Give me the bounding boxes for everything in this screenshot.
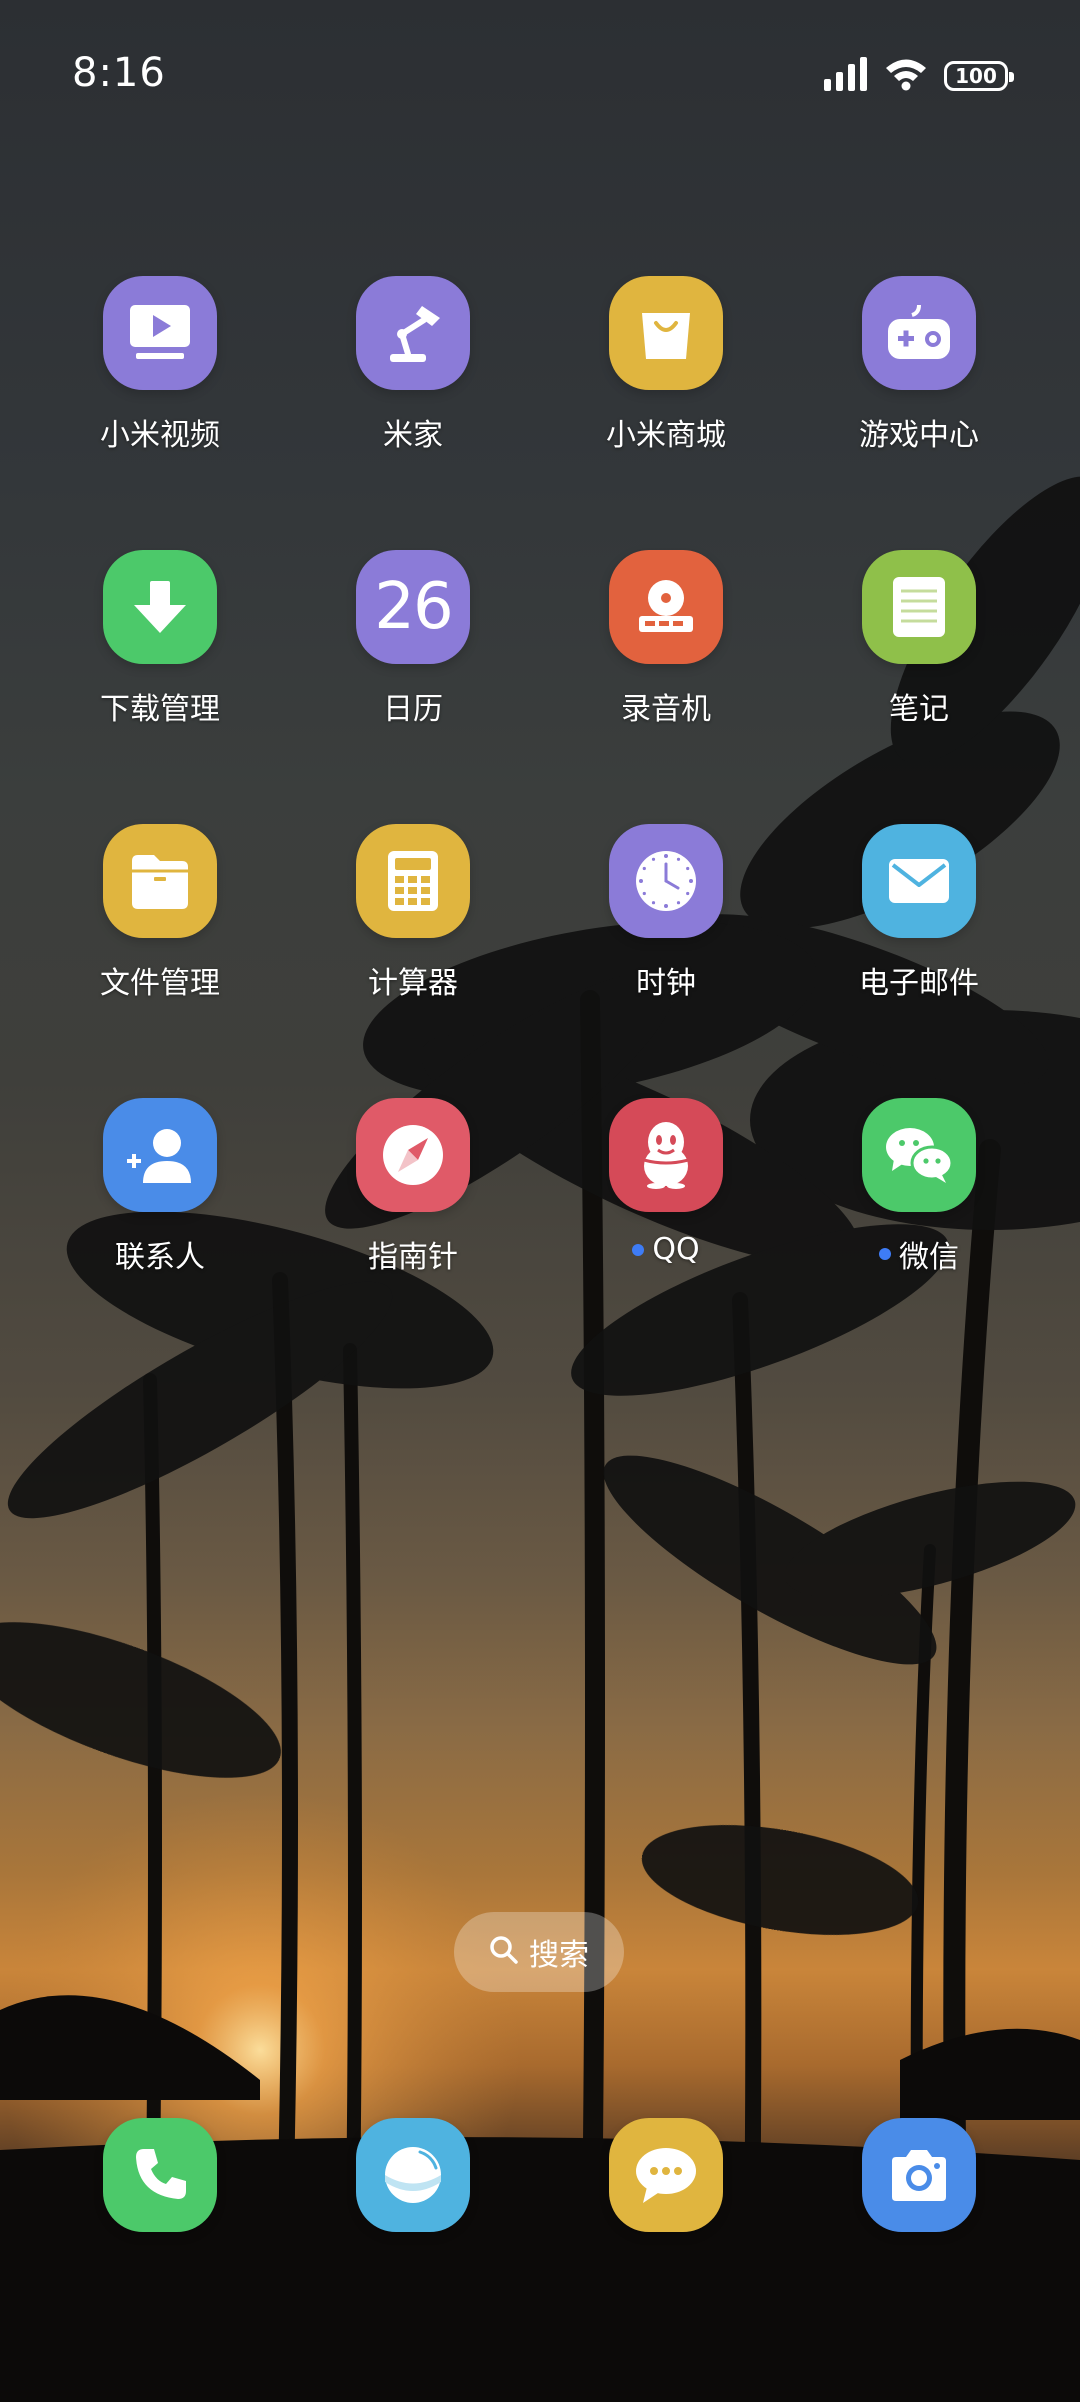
envelope-icon	[862, 824, 976, 938]
gamepad-icon	[862, 276, 976, 390]
app-mi-video[interactable]: 小米视频	[50, 276, 270, 506]
app-label: 电子邮件	[859, 966, 979, 1001]
compass-icon	[356, 1098, 470, 1212]
app-label: 时钟	[636, 966, 696, 1001]
folder-icon	[103, 824, 217, 938]
wifi-icon	[884, 57, 928, 95]
recorder-icon	[609, 550, 723, 664]
calendar-icon: 26	[356, 550, 470, 664]
app-label: 文件管理	[100, 966, 220, 1001]
app-recorder[interactable]: 录音机	[556, 550, 776, 780]
app-game-center[interactable]: 游戏中心	[809, 276, 1029, 506]
app-qq[interactable]: QQ	[556, 1098, 776, 1328]
app-file-manager[interactable]: 文件管理	[50, 824, 270, 1054]
app-wechat[interactable]: 微信	[809, 1098, 1029, 1328]
app-calendar[interactable]: 26 日历	[303, 550, 523, 780]
video-player-icon	[103, 276, 217, 390]
wechat-chat-bubbles-icon	[862, 1098, 976, 1212]
search-button[interactable]: 搜索	[454, 1912, 624, 1992]
app-mijia[interactable]: 米家	[303, 276, 523, 506]
app-download-manager[interactable]: 下载管理	[50, 550, 270, 780]
shopping-bag-icon	[609, 276, 723, 390]
penguin-icon	[609, 1098, 723, 1212]
contact-person-icon	[103, 1098, 217, 1212]
app-calculator[interactable]: 计算器	[303, 824, 523, 1054]
app-clock[interactable]: 时钟	[556, 824, 776, 1054]
calculator-icon	[356, 824, 470, 938]
browser-icon[interactable]	[356, 2118, 470, 2232]
app-label: 游戏中心	[859, 418, 979, 453]
notification-dot	[879, 1248, 891, 1260]
app-label: 小米商城	[606, 418, 726, 453]
app-label: 笔记	[889, 692, 949, 727]
calendar-date: 26	[374, 570, 453, 644]
cellular-signal-icon	[824, 57, 868, 95]
messages-icon[interactable]	[609, 2118, 723, 2232]
app-notes[interactable]: 笔记	[809, 550, 1029, 780]
app-label: 下载管理	[100, 692, 220, 727]
app-compass[interactable]: 指南针	[303, 1098, 523, 1328]
status-time: 8:16	[72, 50, 166, 96]
status-bar: 8:16 100	[0, 0, 1080, 150]
app-label: QQ	[632, 1232, 700, 1267]
battery-level: 100	[955, 64, 997, 88]
app-label: 小米视频	[100, 418, 220, 453]
app-label: 录音机	[621, 692, 711, 727]
status-icons: 100	[824, 56, 1014, 96]
desk-lamp-icon	[356, 276, 470, 390]
download-arrow-icon	[103, 550, 217, 664]
search-icon	[489, 1935, 519, 1969]
app-contacts[interactable]: 联系人	[50, 1098, 270, 1328]
app-label: 联系人	[115, 1240, 205, 1275]
battery-indicator: 100	[944, 61, 1014, 91]
camera-icon[interactable]	[862, 2118, 976, 2232]
search-label: 搜索	[529, 1938, 589, 1973]
app-email[interactable]: 电子邮件	[809, 824, 1029, 1054]
phone-icon[interactable]	[103, 2118, 217, 2232]
app-label: 米家	[383, 418, 443, 453]
clock-icon	[609, 824, 723, 938]
notes-icon	[862, 550, 976, 664]
app-label: 指南针	[368, 1240, 458, 1275]
notification-dot	[632, 1243, 645, 1256]
app-mi-store[interactable]: 小米商城	[556, 276, 776, 506]
app-label: 日历	[383, 692, 443, 727]
app-label: 计算器	[368, 966, 458, 1001]
app-label: 微信	[879, 1232, 959, 1276]
